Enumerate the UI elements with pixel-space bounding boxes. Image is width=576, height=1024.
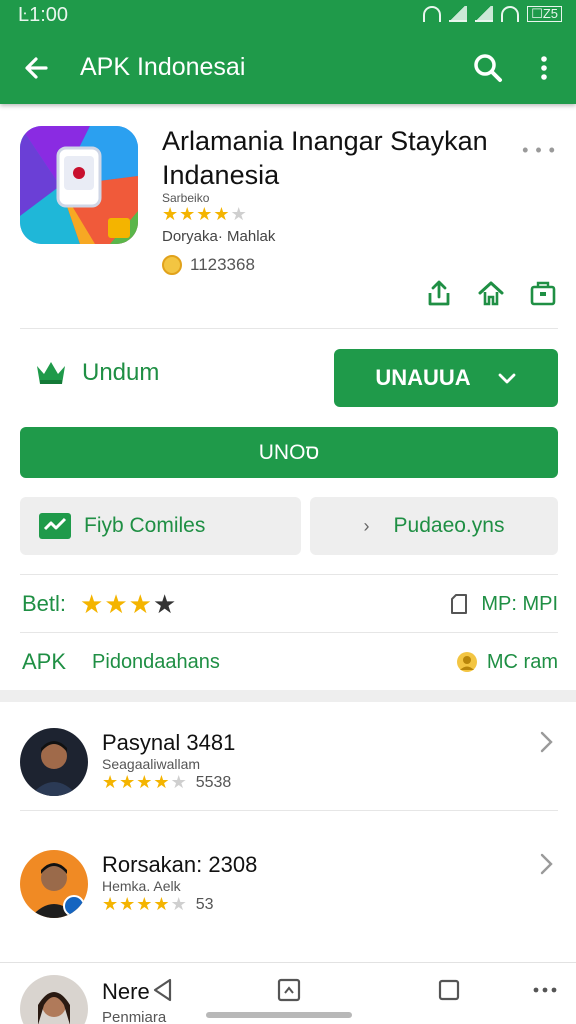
chart-icon: [39, 513, 71, 539]
header-actions: [424, 278, 558, 313]
app-name: Arlamania Inangar Staykan Indanesia: [162, 126, 488, 190]
star-icon: ★: [119, 772, 137, 792]
more-vert-icon[interactable]: [526, 48, 562, 88]
star-icon: ★: [153, 772, 171, 792]
reviewer-name: Pasynal 3481: [102, 730, 236, 755]
divider: [20, 632, 558, 633]
update-options-label: Pudaeo.yns: [393, 514, 505, 537]
recents-icon[interactable]: [436, 977, 462, 1003]
list-item[interactable]: Rorsakan: 2308 Hemka. Aelk ★★★★★ 53: [20, 850, 558, 930]
star-icon: ★: [102, 772, 120, 792]
size-info[interactable]: MC ram: [455, 650, 558, 674]
reviewer-name: Rorsakan: 2308: [102, 852, 258, 877]
share-icon[interactable]: [424, 278, 454, 313]
reviewer-subtitle: Hemka. Aelk: [102, 878, 181, 894]
apk-value[interactable]: Pidondaahans: [92, 651, 220, 674]
search-icon[interactable]: [468, 48, 508, 88]
download-count-value: 1123368: [190, 255, 255, 274]
chevron-down-icon: [498, 373, 516, 384]
reviewer-name: Nere: [102, 979, 150, 1004]
app-rating-stars: ★★★★★: [162, 204, 248, 225]
top-app-bar: Ŀ1:00 ☐Z5 APK Indonesai: [0, 0, 576, 104]
star-icon: ★: [128, 588, 153, 619]
gesture-handle: [206, 1012, 352, 1018]
star-icon: ★: [179, 204, 197, 224]
app-meta: Doryaka· Mahlak: [162, 228, 276, 245]
apk-row: APK Pidondaahans MC ram: [22, 646, 558, 678]
star-icon: ★: [162, 204, 180, 224]
chevron-right-icon: [536, 730, 556, 754]
review-count: 53: [195, 895, 214, 913]
star-icon: ★: [136, 772, 154, 792]
star-icon: ★: [119, 894, 137, 914]
app-bar: APK Indonesai: [0, 40, 576, 96]
install-button[interactable]: UNAUUA: [334, 349, 558, 407]
section-separator: [0, 690, 576, 702]
developer-name[interactable]: Sarbeiko: [162, 191, 209, 205]
download-apk-button[interactable]: UNOס: [20, 427, 558, 478]
file-compare-button[interactable]: Fiyb Comiles: [20, 497, 301, 555]
status-time: Ŀ1:00: [18, 4, 69, 26]
bag-icon[interactable]: [528, 278, 558, 313]
reviewer-subtitle: Seagaaliwallam: [102, 756, 201, 772]
rating-label: Betl:: [22, 591, 67, 616]
star-empty-icon: ★: [170, 894, 188, 914]
coin-icon: [162, 255, 182, 275]
signal-icon: [449, 6, 468, 22]
back-arrow-icon[interactable]: [18, 48, 58, 88]
avatar: [20, 975, 88, 1024]
reviewer-stars: ★★★★★ 5538: [102, 772, 231, 793]
star-half-icon: ★: [230, 204, 248, 224]
battery-icon: ☐Z5: [527, 6, 562, 22]
update-options-button[interactable]: › Pudaeo.yns: [310, 497, 558, 555]
star-icon: ★: [102, 894, 120, 914]
version-value: MP: MPI: [481, 592, 558, 615]
star-icon: ★: [80, 588, 105, 619]
apk-label: APK: [22, 649, 67, 674]
star-icon: ★: [213, 204, 231, 224]
home-icon[interactable]: [476, 278, 506, 313]
install-button-label: UNAUUA: [375, 365, 471, 390]
clipboard-icon: [451, 594, 468, 614]
signal-icon-2: [475, 6, 494, 22]
star-icon: ★: [104, 588, 129, 619]
download-count: 1123368: [162, 255, 255, 275]
file-compare-label: Fiyb Comiles: [84, 514, 206, 537]
reviewer-stars: ★★★★★ 53: [102, 894, 214, 915]
star-icon: ★: [136, 894, 154, 914]
user-badge-icon: [456, 652, 477, 672]
home-square-icon[interactable]: [276, 977, 302, 1003]
divider: [20, 574, 558, 575]
review-count: 5538: [195, 773, 232, 791]
crown-icon: [37, 362, 65, 384]
list-item[interactable]: Pasynal 3481 Seagaaliwallam ★★★★★ 5538: [20, 728, 558, 808]
wifi-icon: [423, 6, 442, 22]
more-horiz-icon[interactable]: [530, 977, 560, 1003]
star-half-icon: ★: [170, 772, 188, 792]
app-icon: [20, 126, 138, 244]
version-info[interactable]: MP: MPI: [447, 592, 558, 616]
chevron-right-icon: ›: [363, 515, 370, 536]
back-triangle-icon[interactable]: [150, 977, 176, 1003]
status-icons: ☐Z5: [423, 6, 562, 22]
chevron-right-icon: [536, 852, 556, 876]
divider: [20, 328, 558, 329]
size-value: MC ram: [486, 650, 558, 673]
reviewer-subtitle: Penmiara: [102, 1009, 167, 1024]
app-bar-title: APK Indonesai: [80, 53, 246, 81]
star-half-icon: ★: [153, 894, 171, 914]
wifi-icon-2: [501, 6, 520, 22]
wishlist-label: Undum: [82, 359, 160, 386]
rating-stars: ★★★★: [80, 589, 177, 620]
divider: [20, 810, 558, 811]
avatar: [20, 850, 88, 918]
status-bar: Ŀ1:00 ☐Z5: [0, 0, 576, 30]
wishlist-button[interactable]: Undum: [34, 358, 159, 388]
avatar: [20, 728, 88, 796]
star-icon: ★: [196, 204, 214, 224]
rating-row: Betl: ★★★★ MP: MPI: [22, 588, 558, 620]
more-horiz-icon[interactable]: • • •: [522, 140, 556, 161]
star-outline-icon: ★: [152, 588, 178, 619]
